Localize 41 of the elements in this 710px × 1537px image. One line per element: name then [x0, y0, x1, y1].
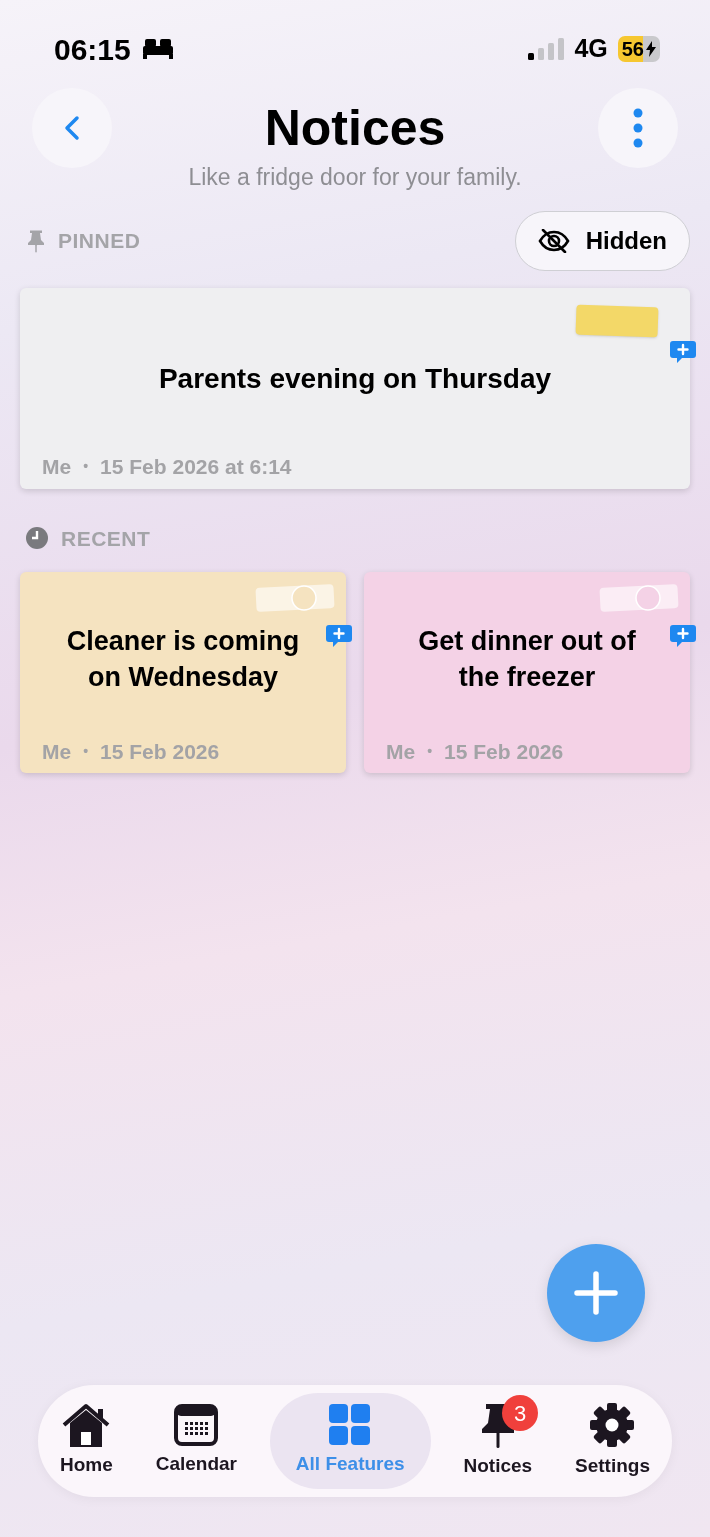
tab-item[interactable]: Settings: [565, 1393, 660, 1489]
clock-icon: [25, 526, 49, 551]
page-title: Notices: [264, 98, 446, 158]
note-date: 15 Feb 2026 at 6:14: [100, 454, 292, 480]
plus-icon: [574, 1271, 618, 1315]
separator-dot: •: [83, 741, 89, 761]
add-comment-icon[interactable]: [669, 622, 697, 650]
network-label: 4G: [574, 33, 608, 65]
tab-item[interactable]: Calendar: [145, 1393, 247, 1489]
separator-dot: •: [427, 741, 433, 761]
note-card[interactable]: Parents evening on Thursday Me • 15 Feb 2026 at 6:14: [20, 287, 690, 489]
settings-icon: [589, 1401, 636, 1448]
calendar-icon: [174, 1403, 219, 1446]
tab-item[interactable]: Home: [50, 1393, 123, 1489]
battery-indicator: 56: [617, 36, 660, 62]
note-author: Me: [42, 454, 72, 480]
section-label: PINNED: [58, 227, 141, 254]
note-text: Parents evening on Thursday: [158, 361, 552, 396]
tab-item[interactable]: Notices 3: [453, 1393, 543, 1489]
note-card[interactable]: Cleaner is coming on Wednesday Me • 15 Feb 2026: [20, 572, 346, 773]
add-comment-icon[interactable]: [325, 622, 353, 650]
back-icon: [64, 115, 80, 141]
notification-badge: 3: [502, 1395, 539, 1431]
note-text: Cleaner is coming on Wednesday: [65, 624, 301, 694]
bed-icon: [140, 38, 175, 60]
status-time: 06:15: [54, 31, 131, 68]
note-date: 15 Feb 2026: [100, 738, 220, 765]
grid-icon: [329, 1403, 372, 1446]
more-icon: [633, 108, 643, 148]
note-text: Get dinner out of the freezer: [417, 624, 637, 694]
note-author: Me: [42, 738, 72, 765]
note-author: Me: [386, 738, 416, 765]
note-date: 15 Feb 2026: [444, 738, 564, 765]
note-card[interactable]: Get dinner out of the freezer Me • 15 Feb 2026: [364, 572, 690, 773]
separator-dot: •: [83, 457, 89, 477]
page-subtitle: Like a fridge door for your family.: [188, 163, 522, 192]
section-label: RECENT: [61, 525, 151, 552]
signal-icon: [528, 38, 565, 60]
eye-off-icon: [537, 228, 570, 253]
charging-bolt-icon: [646, 41, 656, 57]
hidden-button[interactable]: Hidden: [514, 210, 690, 271]
